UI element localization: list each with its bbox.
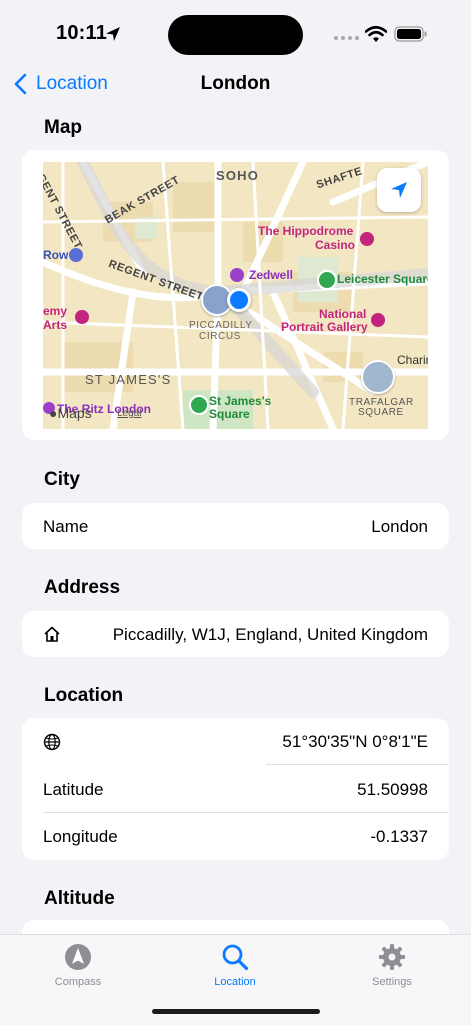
map-label-st-jamess: ST JAMES'S bbox=[85, 372, 172, 387]
location-card: 51°30'35"N 0°8'1"E Latitude 51.50998 Lon… bbox=[22, 718, 449, 860]
location-section-header: Location bbox=[44, 685, 124, 706]
map-label-casino: Casino bbox=[315, 238, 356, 252]
apple-maps-logo: ●Maps bbox=[49, 405, 92, 421]
map-card: SOHO GENT STREET BEAK STREET SHAFTE The … bbox=[22, 150, 449, 440]
map-view[interactable]: SOHO GENT STREET BEAK STREET SHAFTE The … bbox=[43, 162, 428, 429]
coordinates-value: 51°30'35"N 0°8'1"E bbox=[282, 732, 428, 751]
magnifier-icon bbox=[222, 944, 249, 971]
latitude-row: Latitude 51.50998 bbox=[22, 766, 449, 812]
dynamic-island bbox=[168, 15, 303, 55]
house-icon bbox=[44, 626, 60, 642]
wifi-icon bbox=[365, 25, 387, 42]
longitude-label: Longitude bbox=[43, 827, 118, 846]
tab-location[interactable]: Location bbox=[175, 943, 295, 988]
status-bar: 10:11 bbox=[0, 0, 471, 70]
map-label-trafalgar-square: SQUARE bbox=[358, 407, 404, 418]
page-title: London bbox=[200, 73, 271, 94]
gallery-pin-icon[interactable] bbox=[371, 313, 385, 327]
longitude-value: -0.1337 bbox=[370, 827, 428, 846]
recenter-location-button[interactable] bbox=[377, 168, 421, 212]
map-label-leicester-square: Leicester Square bbox=[337, 272, 428, 286]
address-card: Piccadilly, W1J, England, United Kingdom bbox=[22, 611, 449, 657]
museum-pin-icon[interactable] bbox=[75, 310, 89, 324]
city-section-header: City bbox=[44, 469, 80, 490]
navigation-bar: Location London bbox=[0, 66, 471, 106]
map-label-st-james-sq: St James's bbox=[209, 394, 272, 408]
home-indicator bbox=[152, 1009, 320, 1014]
address-section-header: Address bbox=[44, 577, 121, 598]
altitude-section-header: Altitude bbox=[44, 888, 115, 909]
park-pin-icon[interactable] bbox=[189, 395, 209, 415]
status-time: 10:11 bbox=[56, 22, 108, 44]
tab-compass-label: Compass bbox=[54, 976, 102, 988]
tab-compass[interactable]: Compass bbox=[18, 943, 138, 988]
city-name-row: Name London bbox=[22, 503, 449, 549]
latitude-label: Latitude bbox=[43, 780, 104, 799]
row-divider bbox=[266, 764, 449, 765]
map-label-national: National bbox=[319, 307, 367, 321]
map-label-emy: emy bbox=[43, 304, 68, 318]
current-location-dot bbox=[227, 288, 251, 312]
city-card: Name London bbox=[22, 503, 449, 549]
map-label-soho: SOHO bbox=[216, 168, 260, 183]
map-section-header: Map bbox=[44, 117, 82, 138]
map-label-portrait-gallery: Portrait Gallery bbox=[281, 320, 368, 334]
city-name-label: Name bbox=[43, 517, 89, 536]
map-label-circus: CIRCUS bbox=[199, 331, 241, 342]
tab-settings[interactable]: Settings bbox=[332, 943, 452, 988]
longitude-row: Longitude -0.1337 bbox=[22, 813, 449, 859]
location-arrow-icon bbox=[106, 27, 120, 41]
location-arrow-icon bbox=[391, 182, 407, 198]
hotel-pin-icon[interactable] bbox=[230, 268, 244, 282]
address-value: Piccadilly, W1J, England, United Kingdom bbox=[112, 625, 428, 644]
map-label-row: Row bbox=[43, 248, 69, 262]
map-label-arts: Arts bbox=[43, 318, 68, 332]
map-label-charin: Charin bbox=[397, 353, 428, 367]
leicester-square-pin-icon[interactable] bbox=[317, 270, 337, 290]
gear-icon bbox=[379, 944, 405, 970]
map-label-hippodrome: The Hippodrome bbox=[258, 224, 354, 238]
map-label-square: Square bbox=[209, 407, 250, 421]
casino-pin-icon[interactable] bbox=[360, 232, 374, 246]
tab-location-label: Location bbox=[214, 976, 256, 988]
address-row: Piccadilly, W1J, England, United Kingdom bbox=[22, 611, 449, 657]
coordinates-row: 51°30'35"N 0°8'1"E bbox=[22, 718, 449, 764]
latitude-value: 51.50998 bbox=[357, 780, 428, 799]
landmark-pin-icon[interactable] bbox=[69, 248, 83, 262]
tab-settings-label: Settings bbox=[372, 976, 412, 988]
city-name-value: London bbox=[371, 517, 428, 536]
trafalgar-photo-pin[interactable] bbox=[361, 360, 395, 394]
map-legal-link[interactable]: Legal bbox=[117, 408, 141, 419]
cellular-signal-icon bbox=[334, 36, 359, 40]
battery-icon bbox=[394, 26, 427, 42]
compass-icon bbox=[65, 944, 91, 970]
globe-icon bbox=[43, 733, 61, 751]
map-label-zedwell: Zedwell bbox=[249, 268, 294, 282]
map-label-piccadilly: PICCADILLY bbox=[189, 320, 253, 331]
